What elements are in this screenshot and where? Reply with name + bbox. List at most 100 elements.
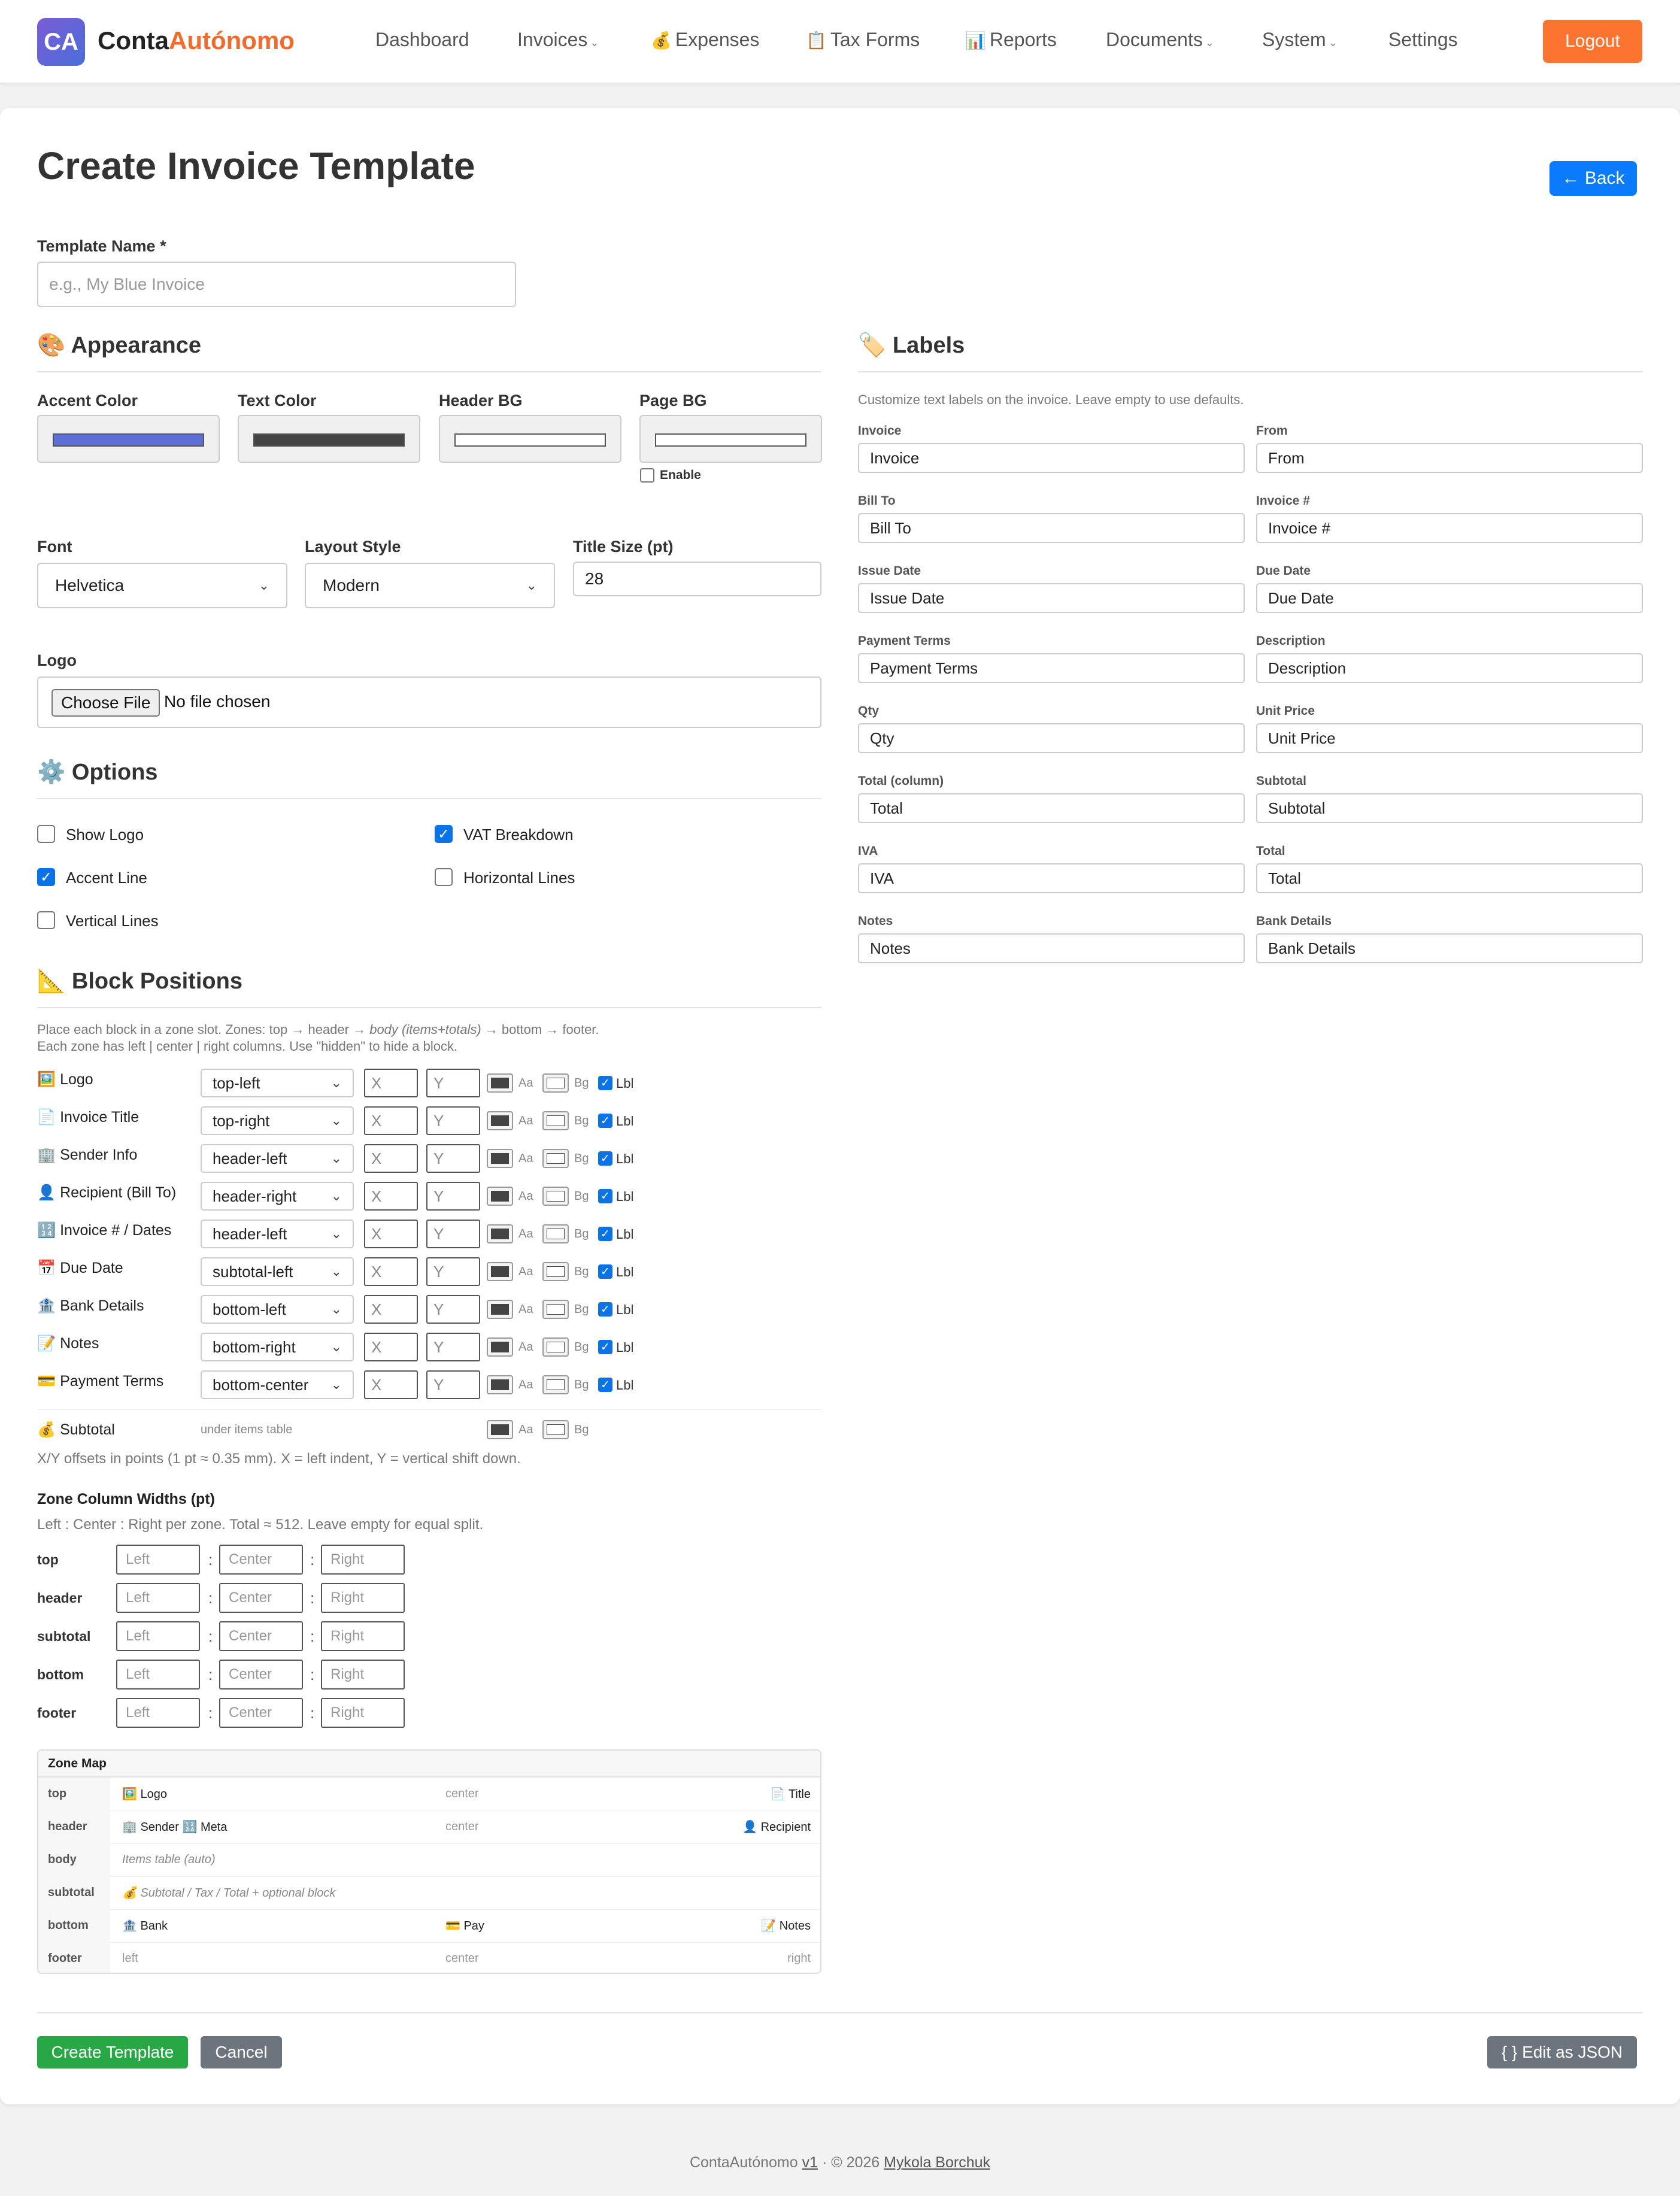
text-color-picker[interactable] (487, 1149, 513, 1168)
label-qty-input[interactable]: Qty (858, 723, 1245, 753)
zone-select[interactable]: header-left ⌄ (201, 1144, 354, 1173)
subtotal-text-color-picker[interactable] (487, 1420, 513, 1439)
x-offset-input[interactable]: X (364, 1370, 418, 1399)
edit-as-json-button[interactable]: { } Edit as JSON (1487, 2036, 1637, 2068)
text-color-picker[interactable] (487, 1224, 513, 1243)
bg-color-picker[interactable] (542, 1149, 569, 1168)
logout-button[interactable]: Logout (1543, 20, 1642, 63)
text-color-picker[interactable] (487, 1111, 513, 1130)
text-color-picker[interactable] (238, 415, 420, 463)
zone-select[interactable]: bottom-left ⌄ (201, 1295, 354, 1324)
zone-right-width-input[interactable]: Right (321, 1545, 405, 1575)
template-name-input[interactable]: e.g., My Blue Invoice (37, 262, 516, 307)
label-total-input[interactable]: Total (1256, 863, 1643, 893)
bg-color-picker[interactable] (542, 1224, 569, 1243)
label-bill-to-input[interactable]: Bill To (858, 513, 1245, 543)
y-offset-input[interactable]: Y (426, 1182, 480, 1211)
zone-select[interactable]: header-right ⌄ (201, 1182, 354, 1211)
nav-documents[interactable]: Documents ⌄ (1106, 29, 1214, 51)
label-due-date-input[interactable]: Due Date (1256, 583, 1643, 613)
label-description-input[interactable]: Description (1256, 653, 1643, 683)
x-offset-input[interactable]: X (364, 1257, 418, 1286)
horizontal-lines-checkbox[interactable] (435, 868, 453, 886)
layout-style-select[interactable]: Modern ⌄ (305, 563, 555, 608)
zone-select[interactable]: top-left ⌄ (201, 1069, 354, 1097)
y-offset-input[interactable]: Y (426, 1220, 480, 1248)
zone-center-width-input[interactable]: Center (219, 1621, 303, 1651)
label-iva-input[interactable]: IVA (858, 863, 1245, 893)
show-label-checkbox[interactable]: ✓ (598, 1227, 612, 1241)
bg-color-picker[interactable] (542, 1375, 569, 1394)
y-offset-input[interactable]: Y (426, 1333, 480, 1361)
zone-right-width-input[interactable]: Right (321, 1660, 405, 1690)
show-label-checkbox[interactable]: ✓ (598, 1340, 612, 1354)
logo-file-input[interactable]: Choose File No file chosen (37, 677, 821, 728)
label-bank-details-input[interactable]: Bank Details (1256, 933, 1643, 963)
zone-select[interactable]: subtotal-left ⌄ (201, 1257, 354, 1286)
create-template-button[interactable]: Create Template (37, 2036, 188, 2068)
text-color-picker[interactable] (487, 1073, 513, 1093)
version-link[interactable]: v1 (802, 2154, 818, 2171)
x-offset-input[interactable]: X (364, 1182, 418, 1211)
zone-left-width-input[interactable]: Left (116, 1545, 200, 1575)
zone-center-width-input[interactable]: Center (219, 1660, 303, 1690)
label-notes-input[interactable]: Notes (858, 933, 1245, 963)
bg-color-picker[interactable] (542, 1073, 569, 1093)
y-offset-input[interactable]: Y (426, 1144, 480, 1173)
label-issue-date-input[interactable]: Issue Date (858, 583, 1245, 613)
label-unit-price-input[interactable]: Unit Price (1256, 723, 1643, 753)
vat-breakdown-checkbox[interactable]: ✓ (435, 825, 453, 843)
text-color-picker[interactable] (487, 1337, 513, 1357)
nav-system[interactable]: System ⌄ (1262, 29, 1338, 51)
show-label-checkbox[interactable]: ✓ (598, 1151, 612, 1166)
zone-left-width-input[interactable]: Left (116, 1583, 200, 1613)
zone-right-width-input[interactable]: Right (321, 1583, 405, 1613)
bg-color-picker[interactable] (542, 1337, 569, 1357)
zone-left-width-input[interactable]: Left (116, 1660, 200, 1690)
zone-center-width-input[interactable]: Center (219, 1545, 303, 1575)
zone-select[interactable]: top-right ⌄ (201, 1106, 354, 1135)
label-invoice-input[interactable]: Invoice # (1256, 513, 1643, 543)
bg-color-picker[interactable] (542, 1262, 569, 1281)
subtotal-bg-color-picker[interactable] (542, 1420, 569, 1439)
zone-right-width-input[interactable]: Right (321, 1621, 405, 1651)
bg-color-picker[interactable] (542, 1111, 569, 1130)
page-bg-picker[interactable] (639, 415, 822, 463)
vertical-lines-checkbox[interactable] (37, 911, 55, 929)
bg-color-picker[interactable] (542, 1300, 569, 1319)
author-link[interactable]: Mykola Borchuk (884, 2154, 990, 2171)
text-color-picker[interactable] (487, 1187, 513, 1206)
show-label-checkbox[interactable]: ✓ (598, 1264, 612, 1279)
label-subtotal-input[interactable]: Subtotal (1256, 793, 1643, 823)
zone-select[interactable]: bottom-right ⌄ (201, 1333, 354, 1361)
back-button[interactable]: ← Back (1549, 161, 1637, 196)
zone-select[interactable]: bottom-center ⌄ (201, 1370, 354, 1399)
label-total-column-input[interactable]: Total (858, 793, 1245, 823)
x-offset-input[interactable]: X (364, 1106, 418, 1135)
font-select[interactable]: Helvetica ⌄ (37, 563, 287, 608)
text-color-picker[interactable] (487, 1300, 513, 1319)
zone-center-width-input[interactable]: Center (219, 1698, 303, 1728)
title-size-input[interactable]: 28 (573, 562, 821, 596)
show-label-checkbox[interactable]: ✓ (598, 1378, 612, 1392)
show-label-checkbox[interactable]: ✓ (598, 1302, 612, 1317)
y-offset-input[interactable]: Y (426, 1295, 480, 1324)
label-from-input[interactable]: From (1256, 443, 1643, 473)
x-offset-input[interactable]: X (364, 1333, 418, 1361)
nav-invoices[interactable]: Invoices ⌄ (517, 29, 599, 51)
text-color-picker[interactable] (487, 1375, 513, 1394)
zone-select[interactable]: header-left ⌄ (201, 1220, 354, 1248)
show-label-checkbox[interactable]: ✓ (598, 1076, 612, 1090)
label-payment-terms-input[interactable]: Payment Terms (858, 653, 1245, 683)
show-label-checkbox[interactable]: ✓ (598, 1189, 612, 1203)
zone-left-width-input[interactable]: Left (116, 1621, 200, 1651)
accent-line-checkbox[interactable]: ✓ (37, 868, 55, 886)
brand-name[interactable]: ContaAutónomo (98, 26, 295, 55)
text-color-picker[interactable] (487, 1262, 513, 1281)
zone-right-width-input[interactable]: Right (321, 1698, 405, 1728)
label-invoice-input[interactable]: Invoice (858, 443, 1245, 473)
x-offset-input[interactable]: X (364, 1069, 418, 1097)
page-bg-enable-checkbox[interactable] (640, 468, 654, 483)
choose-file-button[interactable]: Choose File (51, 689, 160, 717)
bg-color-picker[interactable] (542, 1187, 569, 1206)
